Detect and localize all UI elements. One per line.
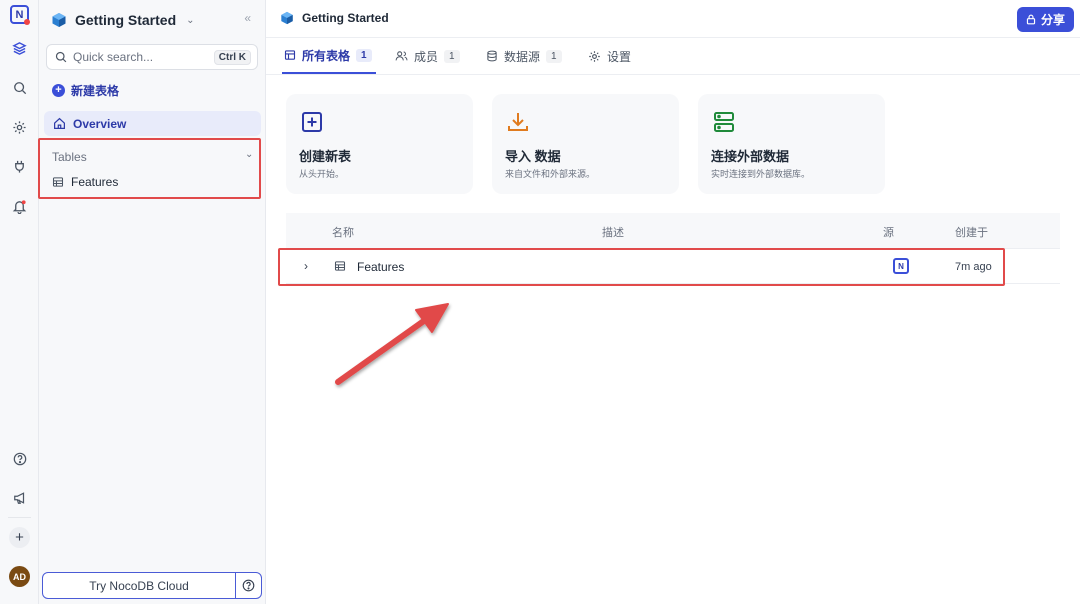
nocodb-logo[interactable]: N: [10, 5, 30, 25]
card-subtitle: 来自文件和外部来源。: [505, 169, 596, 179]
tab-label: 设置: [607, 49, 632, 64]
tab-data-sources[interactable]: 数据源 1: [486, 38, 562, 74]
gear-icon: [589, 50, 600, 62]
tab-count: 1: [546, 49, 562, 63]
sidebar-item-overview[interactable]: Overview: [44, 111, 261, 136]
help-icon[interactable]: [9, 448, 30, 469]
tab-label: 成员: [414, 49, 439, 64]
search-placeholder: Quick search...: [73, 50, 154, 64]
card-title: 创建新表: [299, 149, 352, 164]
col-description: 描述: [602, 227, 624, 239]
plug-icon[interactable]: [9, 156, 30, 177]
page-title-text: Getting Started: [302, 11, 389, 25]
base-title: Getting Started: [75, 12, 177, 28]
share-label: 分享: [1040, 13, 1065, 27]
card-subtitle: 从头开始。: [299, 169, 345, 179]
help-icon[interactable]: [235, 573, 261, 598]
avatar[interactable]: AD: [9, 566, 30, 587]
share-button[interactable]: 分享: [1017, 7, 1074, 32]
quick-search-input[interactable]: Quick search... Ctrl K: [46, 44, 258, 70]
table-icon: [284, 50, 296, 60]
col-name: 名称: [332, 227, 354, 239]
sidebar: Getting Started ⌄ « Quick search... Ctrl…: [38, 0, 266, 604]
home-icon: [54, 117, 65, 129]
card-title: 连接外部数据: [711, 149, 790, 164]
logo-letter: N: [15, 8, 24, 21]
base-switcher[interactable]: Getting Started ⌄: [51, 10, 195, 30]
top-bar: Getting Started 分享: [266, 0, 1080, 38]
avatar-initials: AD: [13, 571, 26, 582]
search-icon: [55, 51, 67, 63]
col-created: 创建于: [955, 227, 988, 239]
tab-members[interactable]: 成员 1: [395, 38, 460, 74]
tab-label: 数据源: [504, 49, 541, 64]
bell-icon[interactable]: [9, 196, 30, 217]
chevron-down-icon: ⌄: [186, 14, 195, 26]
gear-icon[interactable]: [9, 117, 30, 138]
search-shortcut: Ctrl K: [213, 49, 251, 65]
base-cube-icon: [281, 11, 293, 25]
annotation-arrow: [335, 303, 449, 385]
notification-dot: [24, 19, 30, 25]
new-table-button[interactable]: + 新建表格: [52, 82, 119, 99]
base-icon[interactable]: [9, 38, 30, 59]
users-icon: [395, 51, 408, 61]
create-table-card[interactable]: 创建新表 从头开始。: [286, 94, 473, 194]
plus-icon[interactable]: +: [9, 527, 30, 548]
collapse-sidebar-icon[interactable]: «: [244, 11, 251, 25]
card-title: 导入 数据: [505, 149, 561, 164]
highlight-box-row: [278, 248, 1005, 286]
search-icon[interactable]: [9, 77, 30, 98]
megaphone-icon[interactable]: [9, 487, 30, 508]
rail-divider: [8, 517, 31, 518]
main-panel: Getting Started 分享 所有表格 1 成员 1 数据源 1 设置: [266, 0, 1080, 604]
icon-rail: N + AD: [0, 0, 39, 604]
try-cloud-button[interactable]: Try NocoDB Cloud: [42, 572, 262, 599]
database-icon: [487, 50, 497, 62]
plus-square-icon: [302, 112, 322, 132]
cloud-button-label: Try NocoDB Cloud: [89, 578, 189, 593]
connect-external-card[interactable]: 连接外部数据 实时连接到外部数据库。: [698, 94, 885, 194]
overview-label: Overview: [73, 116, 127, 131]
download-icon: [508, 113, 528, 131]
highlight-box-tables: [38, 138, 261, 199]
base-cube-icon: [52, 13, 66, 27]
tab-settings[interactable]: 设置: [588, 38, 631, 74]
plus-circle-icon: +: [52, 84, 65, 97]
card-subtitle: 实时连接到外部数据库。: [711, 169, 811, 179]
tab-count: 1: [444, 49, 460, 63]
tab-count: 1: [356, 48, 372, 62]
col-source: 源: [883, 227, 894, 239]
tab-bar: 所有表格 1 成员 1 数据源 1 设置: [266, 38, 1080, 75]
import-data-card[interactable]: 导入 数据 来自文件和外部来源。: [492, 94, 679, 194]
new-table-label: 新建表格: [71, 84, 120, 98]
page-title: Getting Started: [280, 11, 389, 25]
server-icon: [714, 112, 734, 132]
table-header: 名称 描述 源 创建于: [286, 213, 1060, 249]
lock-icon: [1026, 14, 1036, 25]
tab-label: 所有表格: [302, 48, 351, 63]
tab-all-tables[interactable]: 所有表格 1: [282, 38, 376, 74]
